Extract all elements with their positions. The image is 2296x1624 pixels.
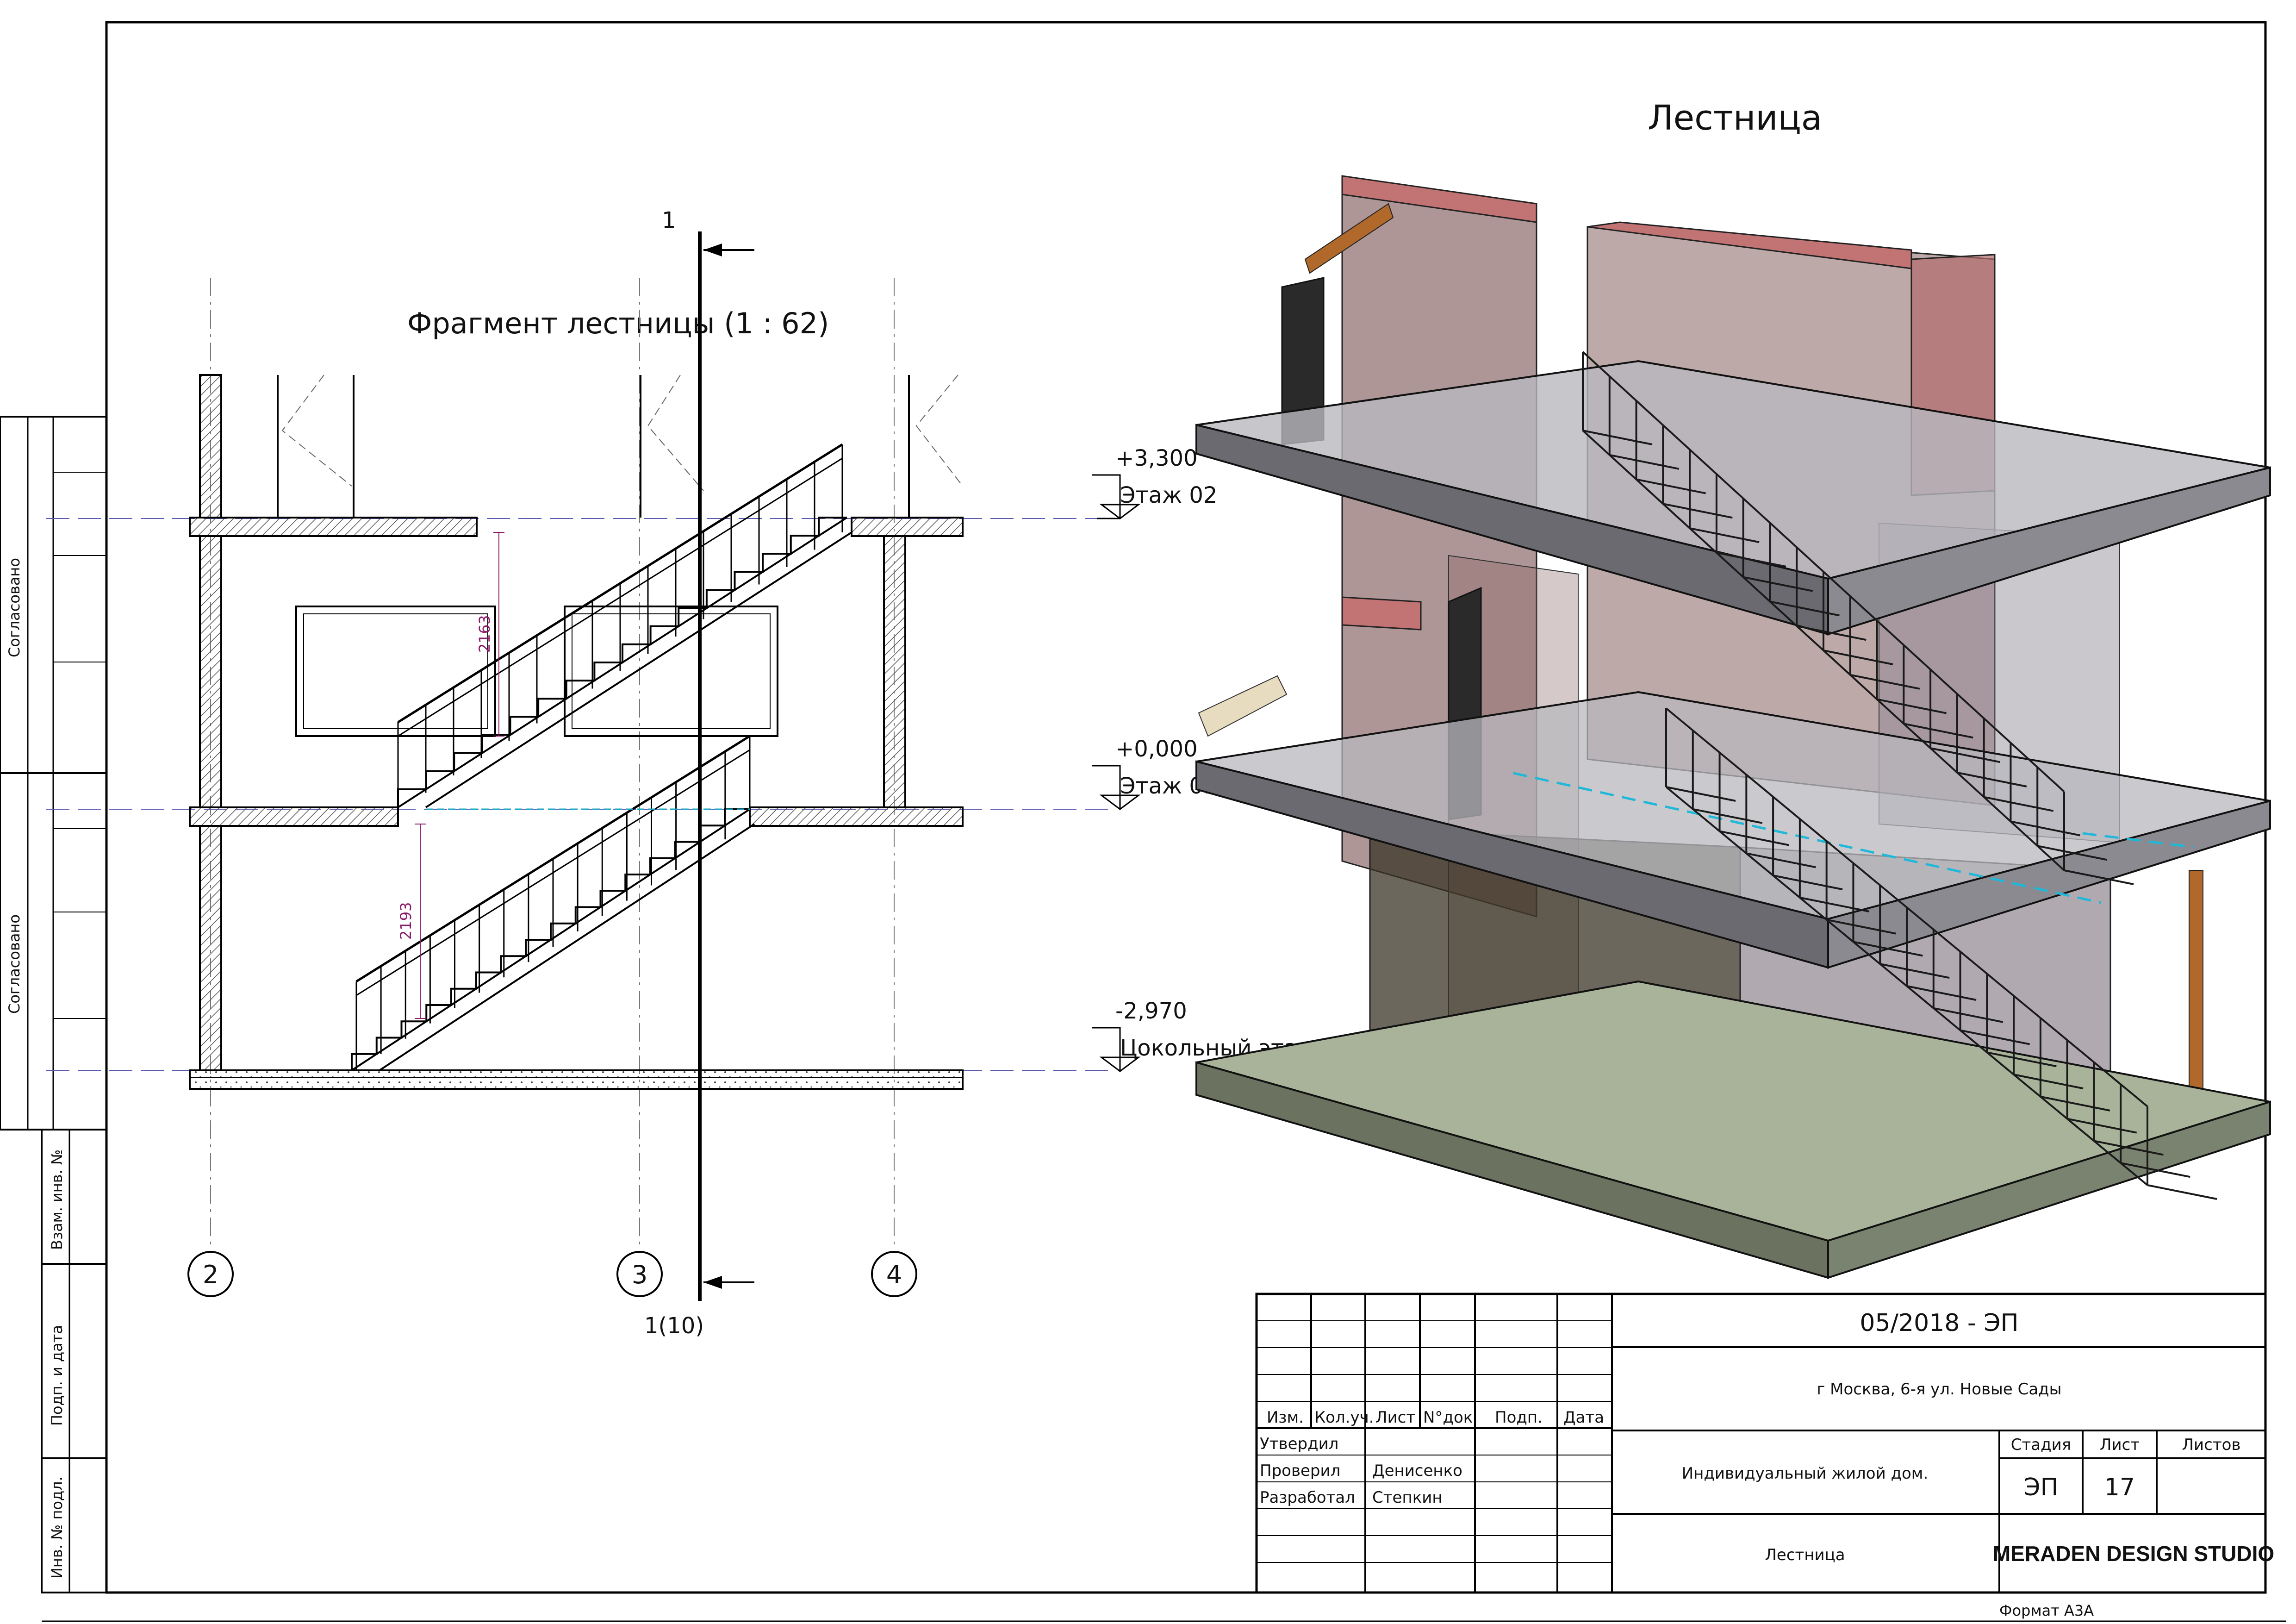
doc-code: 05/2018 - ЭП	[1860, 1309, 2018, 1337]
replace-inv-label: Взам. инв. №	[48, 1149, 66, 1250]
sign-date-label: Подп. и дата	[48, 1325, 66, 1426]
grid-label-2: 2	[203, 1260, 218, 1289]
name-checked: Денисенко	[1372, 1462, 1462, 1480]
address: г Москва, 6-я ул. Новые Сады	[1817, 1380, 2061, 1399]
hdr-kol: Кол.уч.	[1314, 1408, 1374, 1427]
stage-label: Стадия	[2011, 1436, 2071, 1454]
section-mark-bottom: 1(10)	[644, 1313, 704, 1339]
iso-title: Лестница	[1648, 98, 1822, 138]
agreed-label-1: Согласовано	[6, 558, 23, 657]
role-checked: Проверил	[1260, 1462, 1340, 1480]
stage-value: ЭП	[2023, 1474, 2058, 1501]
title-block: Изм. Кол.уч. Лист N°док. Подп. Дата Утве…	[1255, 1293, 2274, 1619]
stair-isometric: Лестница	[1195, 98, 2271, 1279]
drawing-sheet: Согласовано Согласовано Взам. инв. № Под…	[0, 21, 2286, 1622]
sheet-name: Лестница	[1765, 1546, 1845, 1564]
studio-name: MERADEN DESIGN STUDIO	[1993, 1542, 2274, 1566]
role-developed: Разработал	[1260, 1488, 1355, 1507]
hdr-list: Лист	[1375, 1408, 1415, 1427]
upper-flight	[397, 443, 852, 810]
level-name-02: Этаж 02	[1120, 482, 1217, 508]
format-label: Формат А3А	[1999, 1602, 2094, 1619]
plan-title: Фрагмент лестницы (1 : 62)	[407, 306, 829, 340]
role-approved: Утвердил	[1260, 1435, 1338, 1453]
hdr-izm: Изм.	[1267, 1408, 1304, 1427]
level-value-01: +0,000	[1115, 736, 1198, 762]
hdr-podp: Подп.	[1495, 1408, 1543, 1427]
dim-lower: 2193	[397, 902, 415, 940]
dim-upper: 2163	[476, 615, 493, 653]
sheet-label: Лист	[2100, 1436, 2140, 1454]
name-developed: Степкин	[1372, 1488, 1443, 1507]
hdr-ndok: N°док.	[1423, 1408, 1478, 1427]
grid-label-3: 3	[632, 1260, 647, 1289]
side-stamp: Согласовано Согласовано Взам. инв. № Под…	[0, 416, 107, 1593]
level-value-02: +3,300	[1115, 445, 1198, 471]
agreed-label-2: Согласовано	[6, 914, 23, 1014]
stair-section: Фрагмент лестницы (1 : 62) 2 3 4 2163 21…	[46, 207, 1111, 1339]
level-value-basement: -2,970	[1115, 998, 1187, 1024]
iso-step	[2147, 1184, 2217, 1200]
grid-label-4: 4	[886, 1260, 902, 1289]
inv-orig-label: Инв. № подл.	[48, 1476, 66, 1579]
sheets-label: Листов	[2182, 1436, 2240, 1454]
sheet-value: 17	[2104, 1474, 2135, 1501]
section-mark-top: 1	[662, 207, 676, 233]
project-name: Индивидуальный жилой дом.	[1682, 1464, 1929, 1483]
hdr-data: Дата	[1563, 1408, 1604, 1427]
